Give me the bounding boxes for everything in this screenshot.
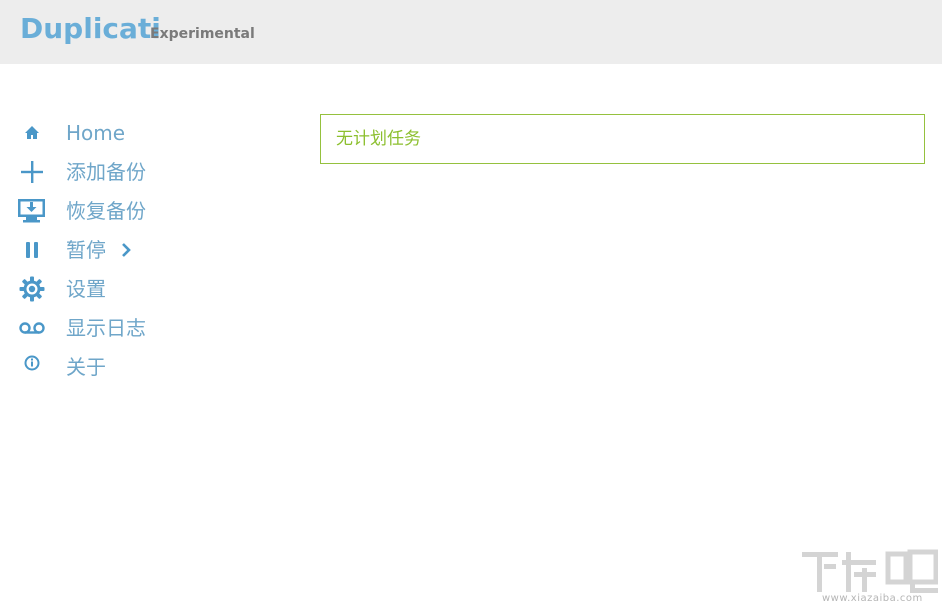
sidebar-item-label: 添加备份	[66, 160, 146, 184]
sidebar-item-label: 关于	[66, 355, 106, 379]
sidebar-item-settings[interactable]: 设置	[0, 270, 290, 309]
gear-icon	[17, 274, 46, 303]
watermark-url: www.xiazaiba.com	[822, 593, 923, 604]
sidebar-item-show-log[interactable]: 显示日志	[0, 309, 290, 348]
sidebar-item-home[interactable]: Home	[0, 114, 290, 153]
sidebar-item-add-backup[interactable]: 添加备份	[0, 153, 290, 192]
info-icon	[17, 348, 46, 377]
sidebar-item-label: Home	[66, 121, 126, 145]
sidebar-item-label: 显示日志	[66, 316, 146, 340]
sidebar-item-pause[interactable]: 暂停	[0, 231, 290, 270]
monitor-download-icon	[17, 196, 46, 225]
sidebar-nav: Home 添加备份 恢复备份 暂停 设置 显示日志 关于	[0, 114, 290, 387]
brand-logo-text[interactable]: Duplicati	[20, 12, 161, 46]
no-scheduled-tasks-message: 无计划任务	[336, 129, 421, 149]
sidebar-item-label: 设置	[66, 277, 106, 301]
chevron-right-icon	[118, 242, 134, 258]
pause-icon	[17, 235, 46, 264]
home-icon	[17, 118, 46, 147]
voicemail-icon	[17, 313, 46, 342]
sidebar-item-label: 恢复备份	[66, 199, 146, 223]
sidebar-item-about[interactable]: 关于	[0, 348, 290, 387]
brand-subtitle: Experimental	[150, 26, 255, 42]
sidebar-item-label: 暂停	[66, 238, 106, 262]
plus-icon	[17, 157, 46, 186]
app-header: Duplicati Experimental	[0, 0, 942, 64]
sidebar-item-restore-backup[interactable]: 恢复备份	[0, 192, 290, 231]
scheduled-tasks-panel: 无计划任务	[320, 114, 925, 164]
